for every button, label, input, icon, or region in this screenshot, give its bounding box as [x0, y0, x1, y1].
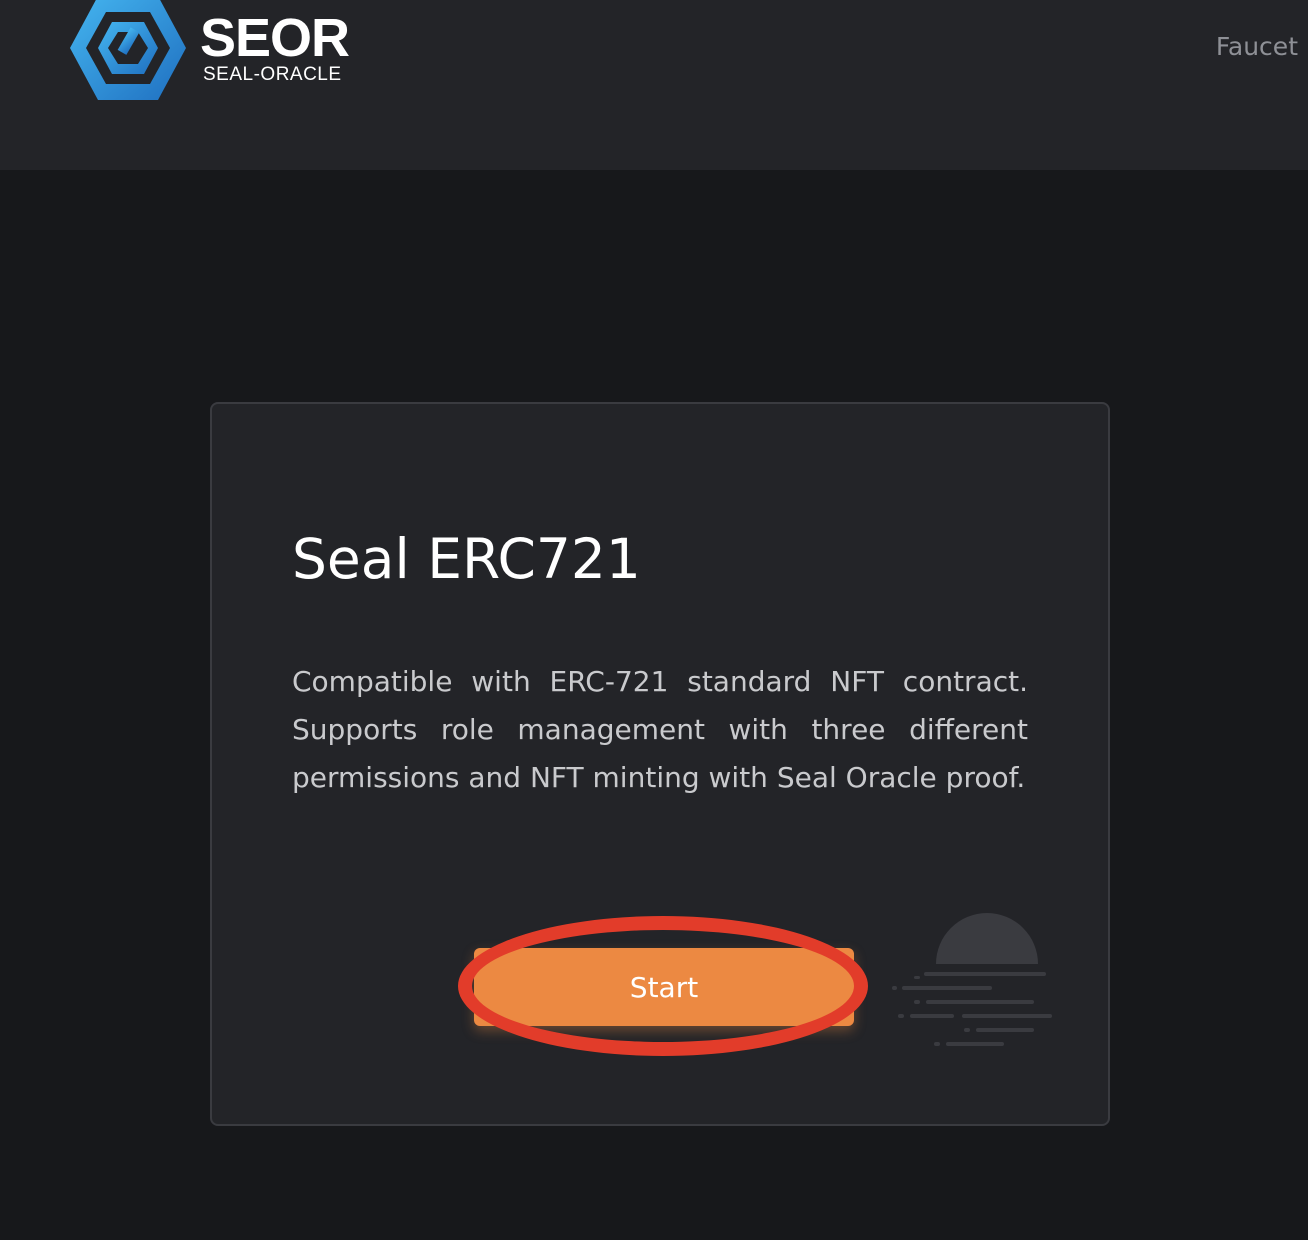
nav-link-faucet[interactable]: Faucet — [1216, 32, 1298, 61]
start-button[interactable]: Start — [474, 948, 854, 1026]
top-header: SEOR SEAL-ORACLE Faucet — [0, 0, 1308, 170]
sunset-lines-icon — [892, 913, 1052, 1046]
brand-name: SEOR — [200, 8, 350, 68]
card-title: Seal ERC721 — [292, 527, 641, 591]
brand-subtitle: SEAL-ORACLE — [203, 64, 342, 85]
hexagon-logo-icon[interactable] — [68, 0, 188, 104]
product-card: Seal ERC721 Compatible with ERC-721 stan… — [210, 402, 1110, 1126]
card-description: Compatible with ERC-721 standard NFT con… — [292, 665, 1028, 794]
